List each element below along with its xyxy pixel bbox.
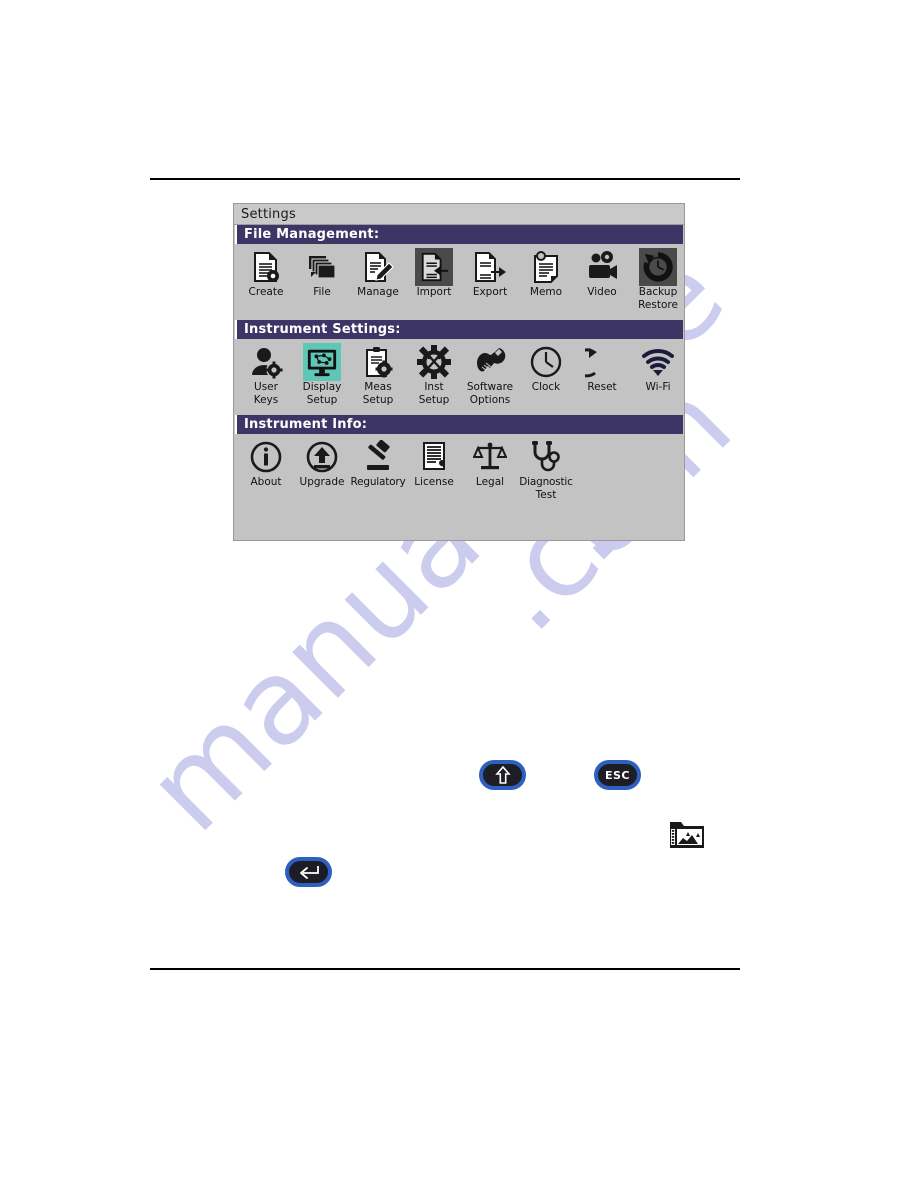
menu-item-user-keys[interactable]: User Keys <box>238 343 294 406</box>
clipboard-gear-icon <box>359 343 397 381</box>
menu-item-legal[interactable]: Legal <box>462 438 518 489</box>
section-header-label: Instrument Settings: <box>244 322 401 337</box>
arrow-up-icon <box>494 766 511 784</box>
user-gear-icon <box>247 343 285 381</box>
menu-item-label: Diagnostic <box>519 476 573 488</box>
page-footer-rule <box>150 968 740 970</box>
menu-item-label-line2: Restore <box>638 298 678 311</box>
menu-item-meas-setup[interactable]: Meas Setup <box>350 343 406 406</box>
menu-item-label: Legal <box>475 476 505 488</box>
menu-item-create[interactable]: Create <box>238 248 294 299</box>
menu-item-file[interactable]: File <box>294 248 350 299</box>
menu-item-video[interactable]: Video <box>574 248 630 299</box>
section-header-file-management: File Management: <box>235 225 683 244</box>
info-circle-icon <box>247 438 285 476</box>
export-arrow-icon <box>471 248 509 286</box>
menu-item-wifi[interactable]: Wi-Fi <box>630 343 686 394</box>
menu-item-memo[interactable]: Memo <box>518 248 574 299</box>
file-stack-icon <box>303 248 341 286</box>
menu-item-clock[interactable]: Clock <box>518 343 574 394</box>
display-monitor-icon <box>303 343 341 381</box>
enter-arrow-icon <box>298 864 320 880</box>
section-header-instrument-info: Instrument Info: <box>235 415 683 434</box>
menu-item-label-line2: Test <box>535 488 557 501</box>
menu-item-label: Software <box>466 381 514 393</box>
wifi-icon <box>639 343 677 381</box>
menu-item-label: Create <box>248 286 284 298</box>
menu-item-label: License <box>414 476 454 488</box>
menu-item-label: Inst <box>424 381 444 393</box>
memo-pen-icon <box>527 248 565 286</box>
page-header-rule <box>150 178 740 180</box>
screen-titlebar: Settings <box>234 204 684 225</box>
esc-key-button[interactable]: ESC <box>594 760 641 790</box>
menu-item-label: File <box>313 286 331 298</box>
menu-item-label: Manage <box>357 286 399 298</box>
menu-item-label: Memo <box>529 286 563 298</box>
screen-capture-icon <box>668 818 706 850</box>
menu-item-label: Backup <box>638 286 678 298</box>
menu-item-label: Video <box>587 286 617 298</box>
menu-item-import[interactable]: Import <box>406 248 462 299</box>
up-key-button[interactable] <box>479 760 526 790</box>
create-document-icon <box>247 248 285 286</box>
certificate-icon <box>415 438 453 476</box>
scales-icon <box>471 438 509 476</box>
menu-item-label: User <box>254 381 278 393</box>
icon-row-instrument-settings: User Keys Display Setup Meas Setup Inst … <box>234 339 684 409</box>
screen-title: Settings <box>241 206 296 222</box>
menu-item-inst-setup[interactable]: Inst Setup <box>406 343 462 406</box>
menu-item-reset[interactable]: Reset <box>574 343 630 394</box>
stethoscope-icon <box>527 438 565 476</box>
import-arrow-icon <box>415 248 453 286</box>
menu-item-label-line2: Setup <box>418 393 450 406</box>
menu-item-label: Meas <box>364 381 392 393</box>
menu-item-label: About <box>250 476 282 488</box>
hand-wrench-icon <box>471 343 509 381</box>
gavel-icon <box>359 438 397 476</box>
icon-row-file-management: Create File Manage Import Export Memo Vi… <box>234 244 684 314</box>
menu-item-license[interactable]: License <box>406 438 462 489</box>
menu-item-diagnostic-test[interactable]: Diagnostic Test <box>518 438 574 501</box>
clock-icon <box>527 343 565 381</box>
menu-item-label-line2: Setup <box>362 393 394 406</box>
section-header-label: File Management: <box>244 227 380 242</box>
menu-item-backup-restore[interactable]: Backup Restore <box>630 248 686 311</box>
menu-item-regulatory[interactable]: Regulatory <box>350 438 406 489</box>
menu-item-export[interactable]: Export <box>462 248 518 299</box>
menu-item-label: Export <box>472 286 508 298</box>
menu-item-label: Clock <box>531 381 561 393</box>
icon-row-instrument-info: About Upgrade Regulatory License Legal D… <box>234 434 684 504</box>
menu-item-software-options[interactable]: Software Options <box>462 343 518 406</box>
menu-item-label: Wi-Fi <box>645 381 671 393</box>
menu-item-label: Upgrade <box>299 476 345 488</box>
esc-key-label: ESC <box>604 768 630 782</box>
reset-arrow-icon <box>583 343 621 381</box>
menu-item-about[interactable]: About <box>238 438 294 489</box>
enter-key-button[interactable] <box>285 857 332 887</box>
settings-screen-panel: Settings File Management: Create File Ma… <box>233 203 685 541</box>
menu-item-label: Reset <box>587 381 617 393</box>
menu-item-label-line2: Keys <box>253 393 279 406</box>
menu-item-display-setup[interactable]: Display Setup <box>294 343 350 406</box>
backup-restore-icon <box>639 248 677 286</box>
menu-item-label-line2: Setup <box>306 393 338 406</box>
menu-item-upgrade[interactable]: Upgrade <box>294 438 350 489</box>
menu-item-label: Display <box>302 381 342 393</box>
video-camera-icon <box>583 248 621 286</box>
section-header-label: Instrument Info: <box>244 417 368 432</box>
section-header-instrument-settings: Instrument Settings: <box>235 320 683 339</box>
menu-item-label: Import <box>416 286 452 298</box>
manage-edit-icon <box>359 248 397 286</box>
menu-item-manage[interactable]: Manage <box>350 248 406 299</box>
menu-item-label: Regulatory <box>350 476 406 488</box>
gear-tools-icon <box>415 343 453 381</box>
upgrade-arrow-icon <box>303 438 341 476</box>
menu-item-label-line2: Options <box>469 393 511 406</box>
